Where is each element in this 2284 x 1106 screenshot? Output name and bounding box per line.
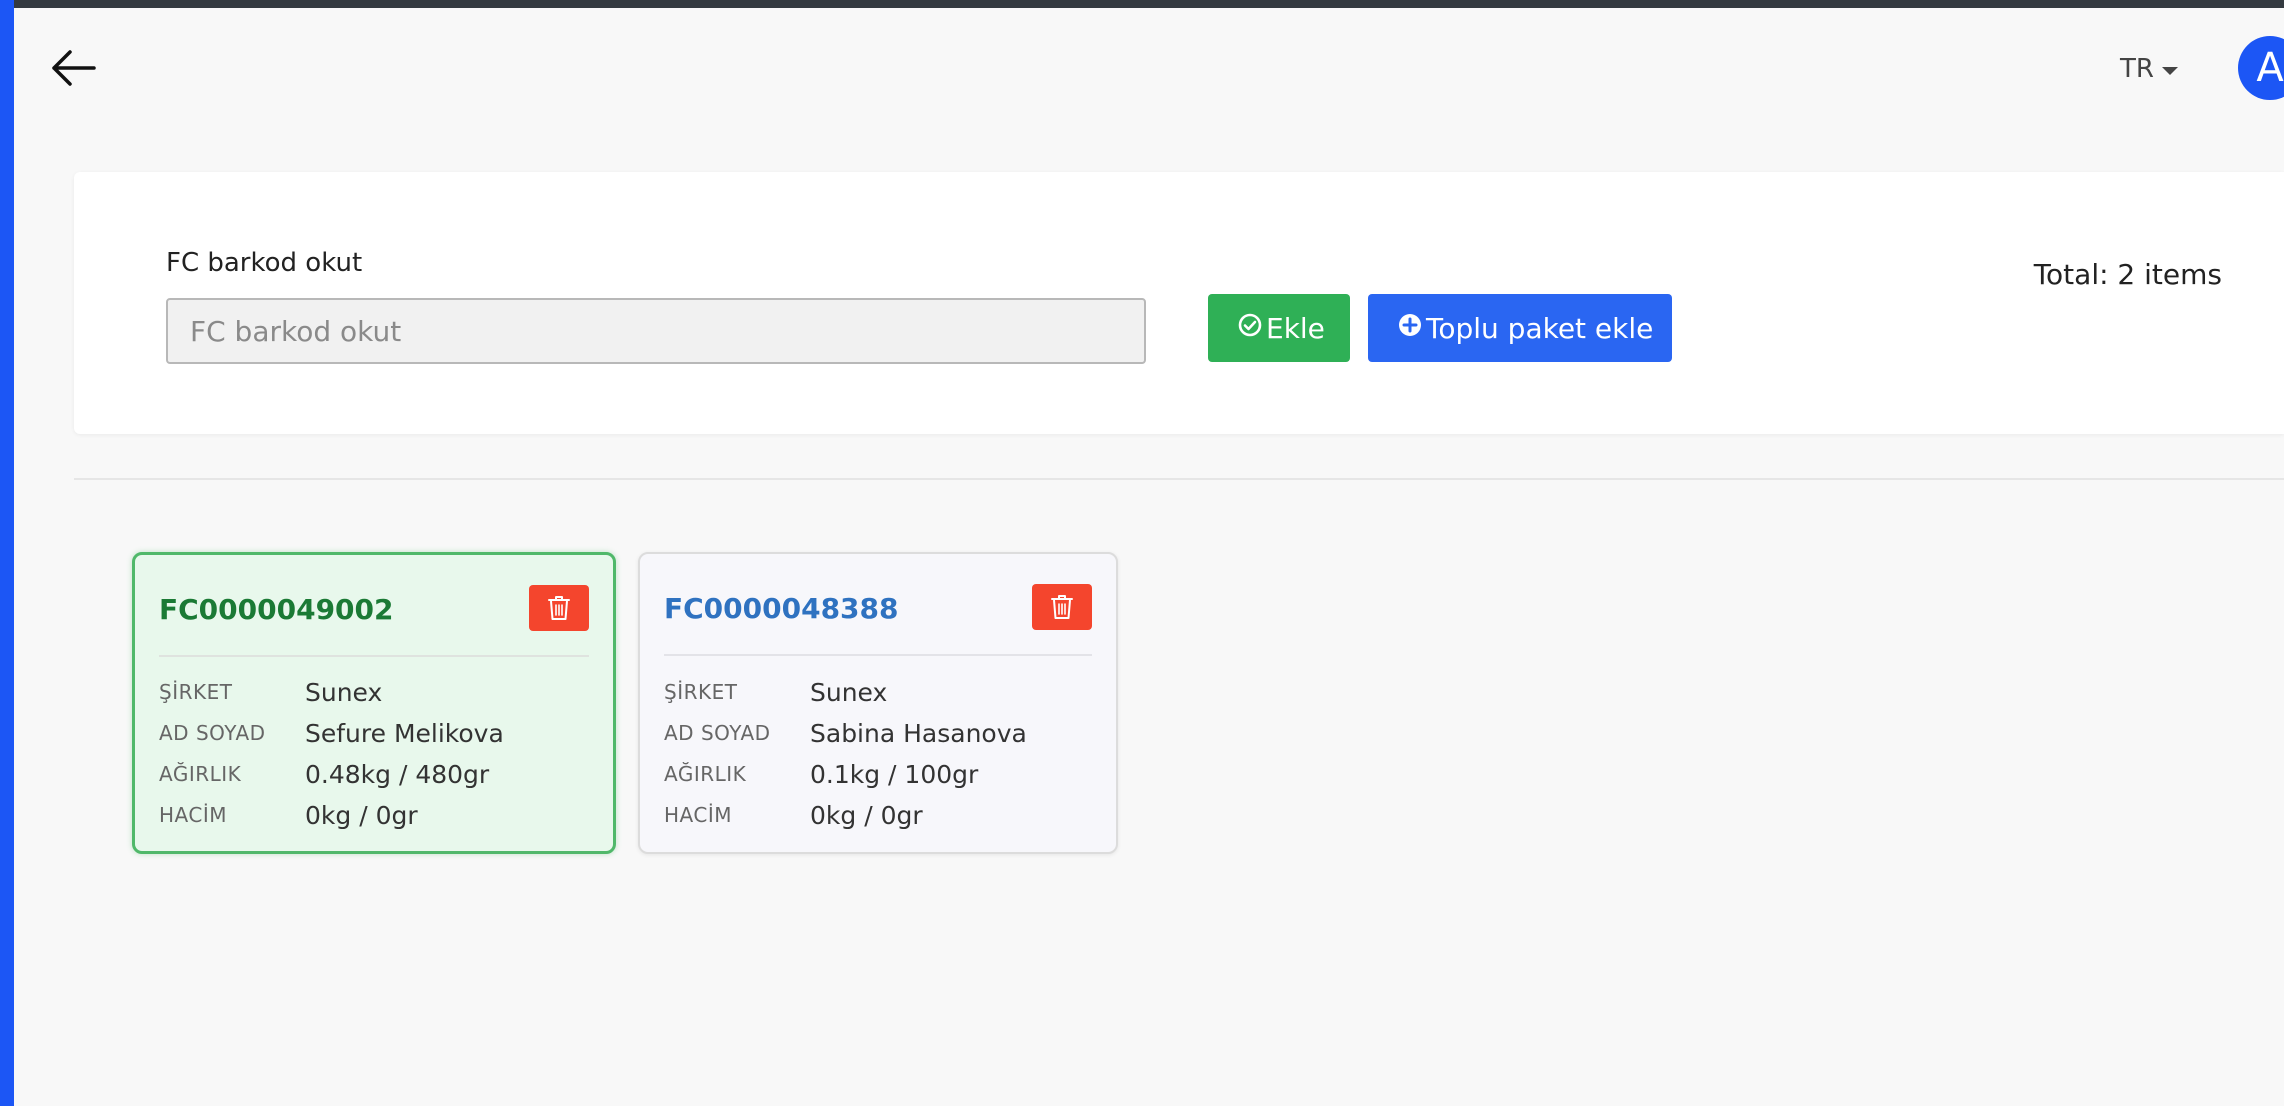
field-label: AD SOYAD xyxy=(664,721,771,745)
delete-button[interactable] xyxy=(529,585,589,631)
field-label: HACİM xyxy=(159,803,227,827)
add-button[interactable]: Ekle xyxy=(1208,294,1350,362)
left-accent-bar xyxy=(0,0,14,1106)
field-label: AD SOYAD xyxy=(159,721,266,745)
user-avatar[interactable]: A xyxy=(2238,36,2284,100)
card-row-company: ŞİRKET Sunex xyxy=(159,675,382,709)
avatar-initial: A xyxy=(2256,45,2284,91)
card-row-volume: HACİM 0kg / 0gr xyxy=(664,798,923,832)
card-divider xyxy=(664,654,1092,656)
language-selector[interactable]: TR xyxy=(2120,52,2178,86)
section-divider xyxy=(74,478,2284,480)
field-value: 0kg / 0gr xyxy=(305,800,418,830)
delete-button[interactable] xyxy=(1032,584,1092,630)
field-value: Sunex xyxy=(810,677,888,707)
card-row-volume: HACİM 0kg / 0gr xyxy=(159,798,418,832)
card-row-company: ŞİRKET Sunex xyxy=(664,675,887,709)
package-card[interactable]: FC0000049002 ŞİRKET Sunex AD SOYAD Sefur… xyxy=(132,552,616,854)
field-label: AĞIRLIK xyxy=(664,762,747,786)
field-value: 0.1kg / 100gr xyxy=(810,759,979,789)
package-code: FC0000048388 xyxy=(664,592,899,625)
card-row-weight: AĞIRLIK 0.1kg / 100gr xyxy=(664,757,978,791)
caret-down-icon xyxy=(2161,67,2178,75)
package-code: FC0000049002 xyxy=(159,593,394,626)
language-label: TR xyxy=(2120,54,2154,84)
field-label: ŞİRKET xyxy=(664,680,738,704)
trash-icon xyxy=(1051,595,1073,619)
back-button[interactable] xyxy=(50,48,96,88)
card-row-name: AD SOYAD Sefure Melikova xyxy=(159,716,504,750)
bulk-add-button[interactable]: Toplu paket ekle xyxy=(1368,294,1672,362)
bulk-add-button-label: Toplu paket ekle xyxy=(1426,311,1654,345)
card-divider xyxy=(159,655,589,657)
plus-circle-icon xyxy=(1398,313,1422,337)
field-label: HACİM xyxy=(664,803,732,827)
card-row-weight: AĞIRLIK 0.48kg / 480gr xyxy=(159,757,489,791)
top-bar xyxy=(0,0,2284,8)
add-button-label: Ekle xyxy=(1266,311,1325,345)
arrow-left-icon xyxy=(52,50,96,86)
field-value: 0kg / 0gr xyxy=(810,800,923,830)
total-count: Total: 2 items xyxy=(2033,258,2222,291)
card-row-name: AD SOYAD Sabina Hasanova xyxy=(664,716,1027,750)
field-label: ŞİRKET xyxy=(159,680,233,704)
barcode-form-panel: FC barkod okut Ekle Toplu paket ekle Tot… xyxy=(74,172,2284,434)
field-value: Sunex xyxy=(305,677,383,707)
barcode-field-label: FC barkod okut xyxy=(166,248,363,278)
field-value: Sabina Hasanova xyxy=(810,718,1027,748)
check-circle-icon xyxy=(1238,313,1262,337)
barcode-input[interactable] xyxy=(166,298,1146,364)
field-value: 0.48kg / 480gr xyxy=(305,759,490,789)
field-value: Sefure Melikova xyxy=(305,718,504,748)
field-label: AĞIRLIK xyxy=(159,762,242,786)
package-card[interactable]: FC0000048388 ŞİRKET Sunex AD SOYAD Sabin… xyxy=(638,552,1118,854)
trash-icon xyxy=(548,596,570,620)
